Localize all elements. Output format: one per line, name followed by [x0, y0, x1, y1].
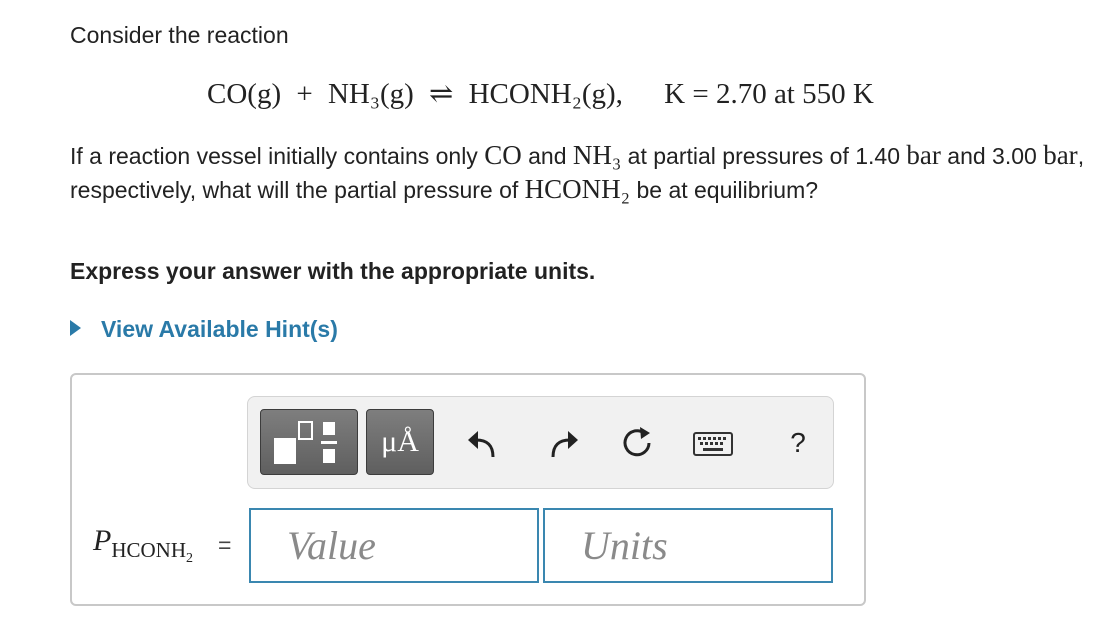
templates-button[interactable] [260, 409, 358, 475]
question-part: be at equilibrium? [630, 177, 819, 203]
redo-icon[interactable] [543, 423, 583, 463]
math-toolbar: μÅ ? [247, 396, 834, 489]
question-text: If a reaction vessel initially contains … [70, 139, 1090, 207]
value-input[interactable] [251, 510, 537, 581]
species-nh3: NH₃ [572, 140, 622, 170]
reactant-nh3: NH₃(g) [327, 78, 414, 110]
units-icon: μÅ [381, 425, 419, 458]
question-part: If a reaction vessel initially contains … [70, 143, 485, 169]
reaction-equation: CO(g) + NH₃(g) ⇌ HCONH₂(g), K = 2.70 at … [207, 76, 874, 112]
equilibrium-constant: K = 2.70 at 550 K [664, 78, 874, 110]
caret-right-icon [70, 320, 81, 336]
intro-text: Consider the reaction [70, 22, 289, 48]
units-field[interactable] [543, 508, 833, 583]
keyboard-icon[interactable] [692, 423, 734, 463]
answer-label-subscript: HCONH [111, 538, 186, 562]
species-co: CO [484, 140, 522, 170]
question-part: and 3.00 [940, 143, 1044, 169]
question-part: and [521, 143, 573, 169]
help-icon[interactable]: ? [778, 423, 818, 463]
answer-label-symbol: P [93, 524, 112, 557]
reactant-co: CO(g) [207, 78, 282, 110]
hint-label: View Available Hint(s) [101, 316, 338, 342]
product-hconh2: HCONH₂(g), [468, 78, 623, 110]
answer-label-subsubscript: 2 [186, 551, 193, 567]
question-part: at partial pressures of 1.40 [621, 143, 907, 169]
equilibrium-arrow: ⇌ [429, 78, 454, 110]
unit-bar: bar [906, 140, 941, 170]
undo-icon[interactable] [463, 423, 503, 463]
templates-icon [274, 421, 337, 464]
unit-bar: bar [1043, 140, 1078, 170]
answer-label: PHCONH2 [93, 524, 193, 567]
plus-sign: + [296, 78, 313, 110]
value-field[interactable] [249, 508, 539, 583]
equals-sign: = [218, 532, 232, 558]
units-button[interactable]: μÅ [366, 409, 434, 475]
species-hconh2: HCONH₂ [524, 174, 631, 204]
units-input[interactable] [545, 510, 831, 581]
view-hints-link[interactable]: View Available Hint(s) [70, 316, 338, 343]
reset-icon[interactable] [617, 423, 657, 463]
instruction-text: Express your answer with the appropriate… [70, 258, 596, 284]
